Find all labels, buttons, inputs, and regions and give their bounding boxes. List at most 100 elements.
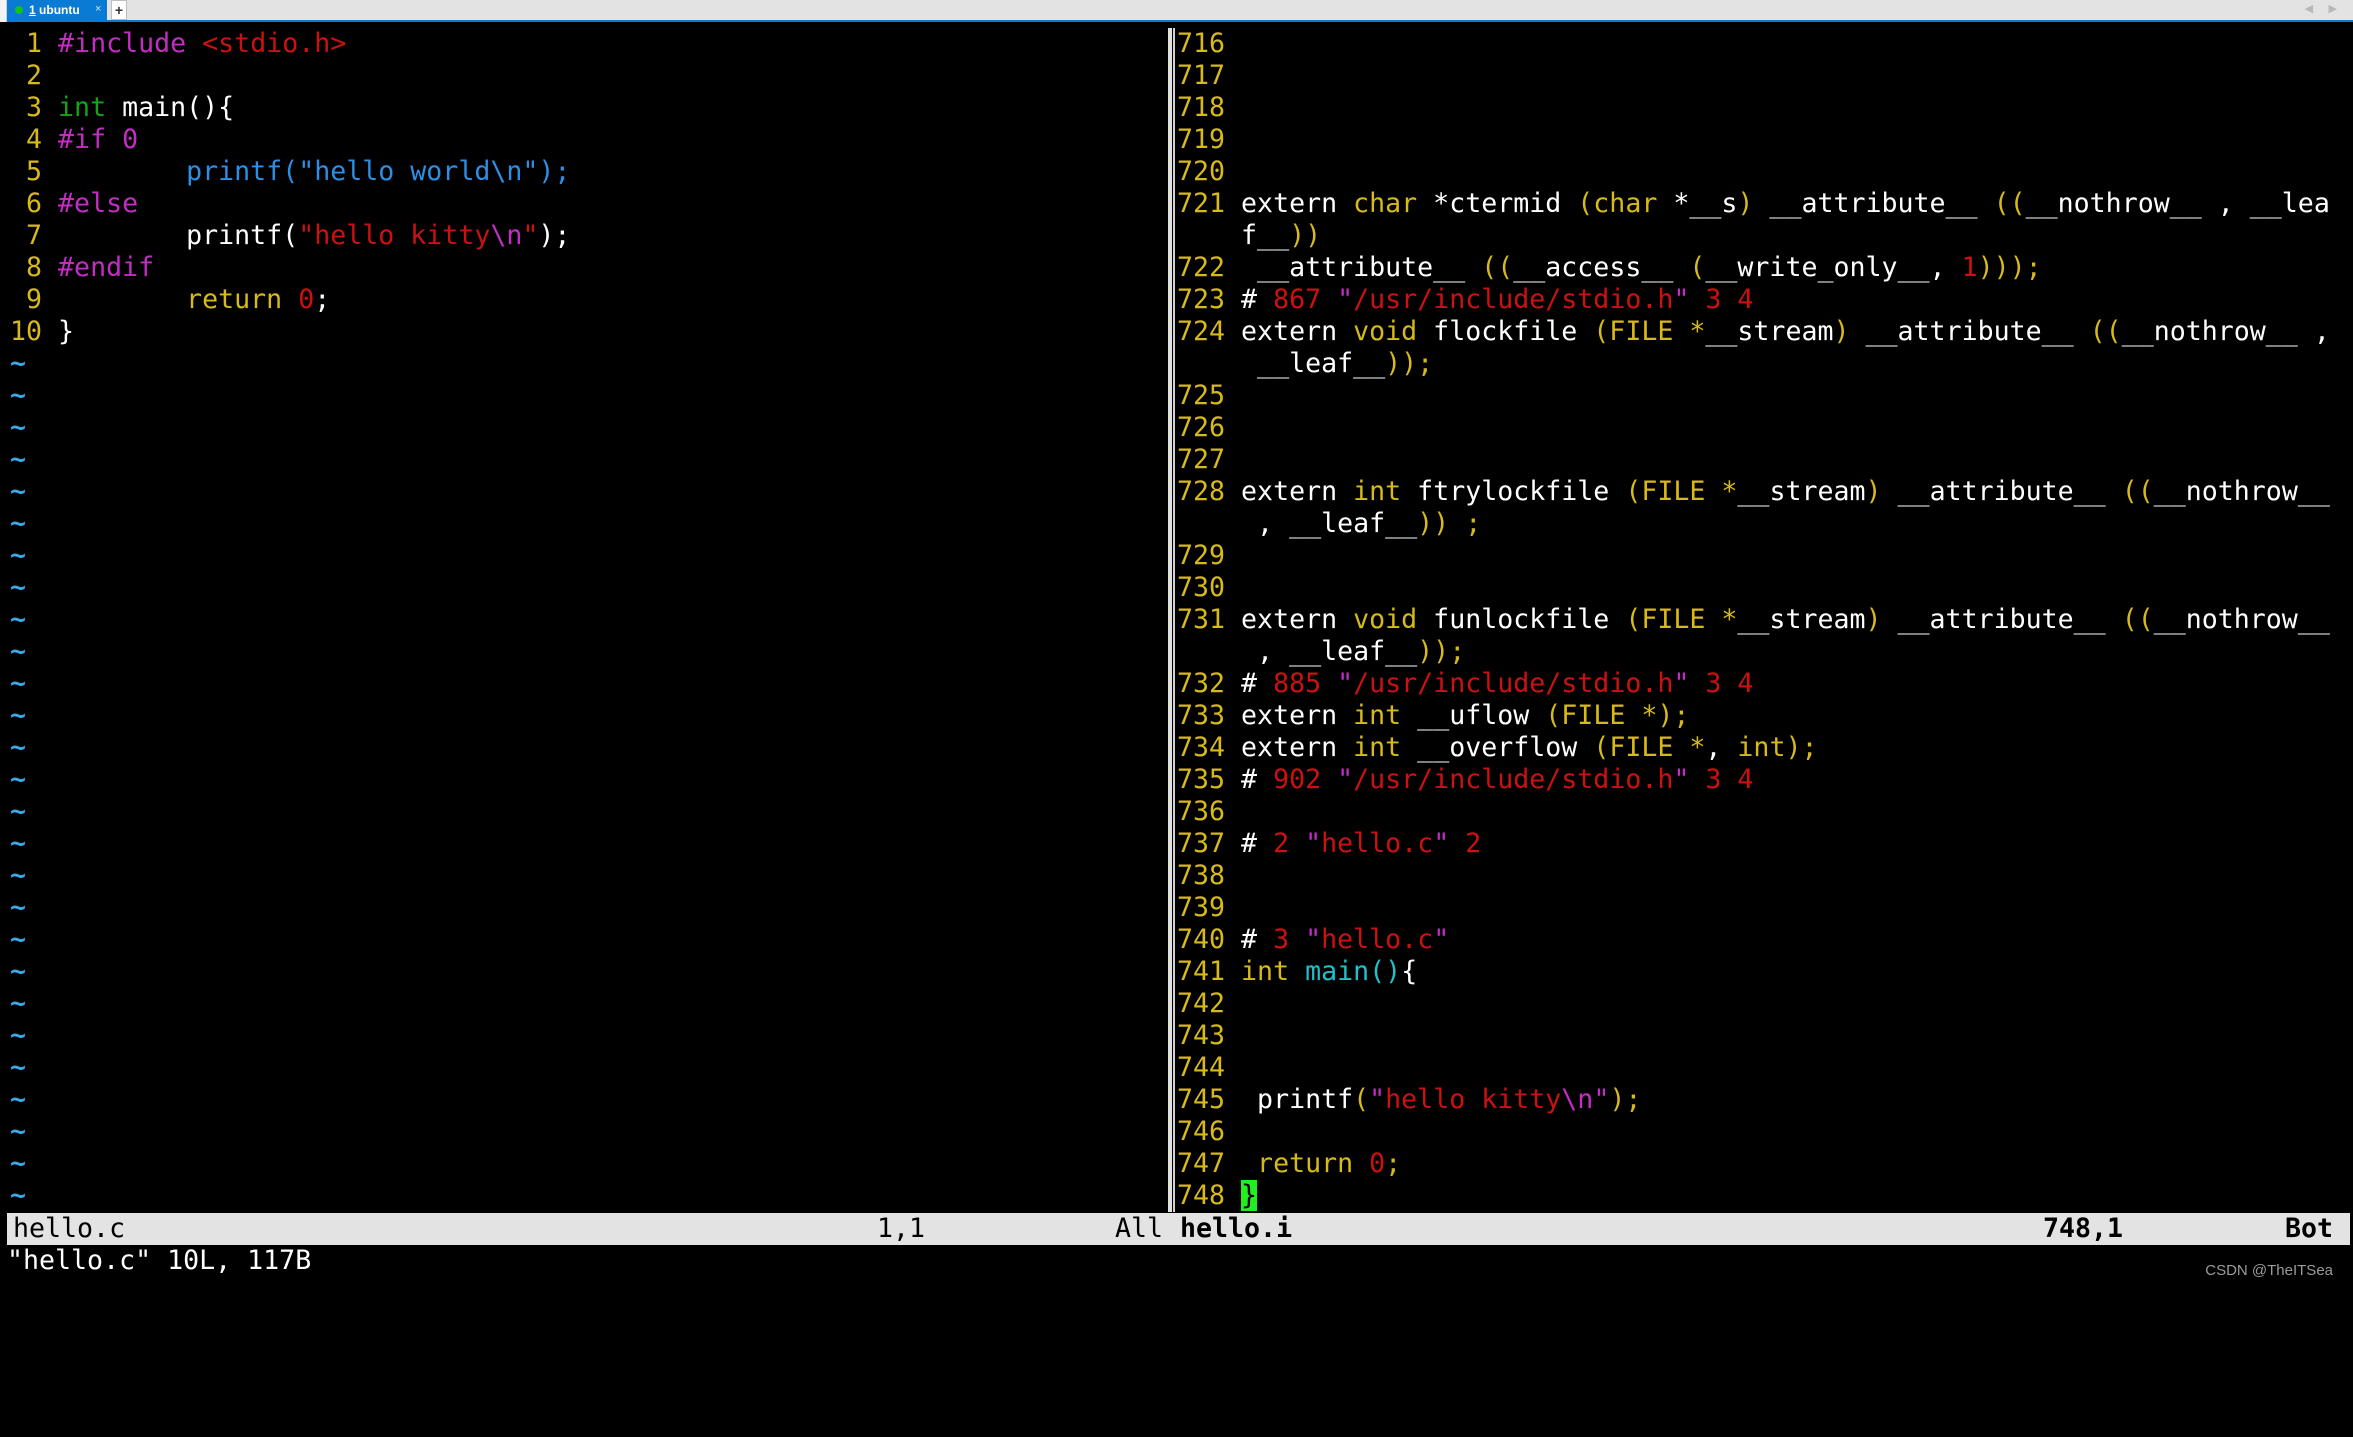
left-status-filename: hello.c xyxy=(13,1213,126,1244)
left-status-scroll: All xyxy=(1115,1213,1164,1244)
line-number xyxy=(1177,636,1241,667)
editor-pane-hello-i[interactable]: 716 717 718 719 720 721 extern char *cte… xyxy=(1177,28,2350,1212)
line-number: 4 xyxy=(10,124,59,155)
line-number: 730 xyxy=(1177,572,1242,603)
empty-line-tilde: ~ xyxy=(10,924,27,955)
code-token: extern xyxy=(1241,476,1354,507)
empty-line-tilde: ~ xyxy=(10,1084,27,1115)
code-token: * xyxy=(1689,316,1706,347)
terminal[interactable]: 1 #include <stdio.h> 2 3 int main(){ 4 #… xyxy=(7,24,2350,1287)
tab-ubuntu[interactable]: 1 ubuntu × xyxy=(7,0,107,20)
wrapped-line: f__)) xyxy=(1177,220,2350,252)
code-token: (FILE xyxy=(1593,316,1674,347)
code-token: ; xyxy=(1385,1148,1402,1179)
line-number: 745 xyxy=(1177,1084,1242,1115)
code-token: (char xyxy=(1577,188,1658,219)
command-line[interactable]: "hello.c" 10L, 117B xyxy=(7,1245,311,1277)
code-token: int xyxy=(1241,956,1290,987)
code-token: 885 xyxy=(1273,668,1338,699)
empty-line-tilde: ~ xyxy=(10,1052,27,1083)
line-number: 741 xyxy=(1177,956,1242,987)
line-number: 726 xyxy=(1177,412,1242,443)
empty-line-tilde: ~ xyxy=(10,956,27,987)
code-token: (FILE * xyxy=(1593,732,1706,763)
code-token: ftrylockfile xyxy=(1401,476,1626,507)
code-line: 9 return 0; xyxy=(10,284,1166,316)
new-tab-button[interactable]: + xyxy=(111,0,127,20)
code-token: )); xyxy=(1385,348,1434,379)
code-token: " xyxy=(1337,284,1354,315)
empty-line-tilde: ~ xyxy=(10,700,27,731)
vertical-split-divider[interactable] xyxy=(1166,28,1177,1212)
right-status-position: 748,1 xyxy=(2043,1213,2124,1244)
code-line: 8 #endif xyxy=(10,252,1166,284)
code-token: int); xyxy=(1737,732,1818,763)
code-token: main(){ xyxy=(106,92,235,123)
code-token: 1 xyxy=(1961,252,1978,283)
code-line: 729 xyxy=(1177,540,2350,572)
tab-scroll-arrows-icon[interactable]: ◀ ▶ xyxy=(2305,2,2343,15)
code-token: int xyxy=(1353,732,1402,763)
tab-title: ubuntu xyxy=(39,3,80,17)
line-number: 742 xyxy=(1177,988,1242,1019)
code-line: 742 xyxy=(1177,988,2350,1020)
line-number xyxy=(1177,508,1241,539)
line-number: 716 xyxy=(1177,28,1242,59)
editor-pane-hello-c[interactable]: 1 #include <stdio.h> 2 3 int main(){ 4 #… xyxy=(10,28,1166,1212)
code-token: " xyxy=(1337,764,1354,795)
empty-line-tilde: ~ xyxy=(10,1020,27,1051)
code-token: ( xyxy=(1689,252,1706,283)
line-number: 10 xyxy=(10,316,59,347)
code-token: ) xyxy=(1737,188,1754,219)
line-number: 747 xyxy=(1177,1148,1242,1179)
code-token: __stream xyxy=(1705,316,1834,347)
code-token: ; xyxy=(314,284,331,315)
code-token: printf( xyxy=(58,220,299,251)
empty-line-tilde: ~ xyxy=(10,412,27,443)
code-line: 730 xyxy=(1177,572,2350,604)
code-token: (( xyxy=(1481,252,1514,283)
code-token: hello kitty xyxy=(314,220,491,251)
code-line: 739 xyxy=(1177,892,2350,924)
code-token: #endif xyxy=(58,252,155,283)
empty-line-tilde: ~ xyxy=(10,508,27,539)
code-token: # xyxy=(1241,764,1274,795)
code-token: " xyxy=(1433,828,1450,859)
line-number: 735 xyxy=(1177,764,1242,795)
code-token: ); xyxy=(538,220,571,251)
code-token: 2 xyxy=(1273,828,1306,859)
code-line: 747 return 0; xyxy=(1177,1148,2350,1180)
code-token: #if 0 xyxy=(58,124,139,155)
code-token: /usr/include/stdio.h xyxy=(1353,284,1674,315)
right-status-scroll: Bot xyxy=(2285,1213,2334,1244)
empty-line-tilde: ~ xyxy=(10,732,27,763)
empty-line-tilde: ~ xyxy=(10,348,27,379)
code-line: 736 xyxy=(1177,796,2350,828)
code-line: 726 xyxy=(1177,412,2350,444)
empty-line-tilde: ~ xyxy=(10,476,27,507)
code-token: 3 4 xyxy=(1689,764,1754,795)
code-token: extern xyxy=(1241,700,1354,731)
code-token: \n xyxy=(1561,1084,1594,1115)
code-token: <stdio.h> xyxy=(202,28,347,59)
code-token: " xyxy=(1673,764,1690,795)
code-token: # xyxy=(1241,668,1274,699)
empty-line-tilde: ~ xyxy=(10,444,27,475)
code-token: , xyxy=(1705,732,1738,763)
watermark: CSDN @TheITSea xyxy=(2205,1262,2333,1279)
line-number: 728 xyxy=(1177,476,1242,507)
line-number: 744 xyxy=(1177,1052,1242,1083)
code-line: 3 int main(){ xyxy=(10,92,1166,124)
code-token: __attribute__ xyxy=(1753,188,1994,219)
code-token: void xyxy=(1353,604,1418,635)
code-line: 723 # 867 "/usr/include/stdio.h" 3 4 xyxy=(1177,284,2350,316)
code-token: extern xyxy=(1241,188,1354,219)
empty-line-tilde: ~ xyxy=(10,892,27,923)
code-token: , __leaf__ xyxy=(1241,508,1418,539)
code-line: 740 # 3 "hello.c" xyxy=(1177,924,2350,956)
line-number: 731 xyxy=(1177,604,1242,635)
line-number xyxy=(1177,220,1241,251)
close-tab-icon[interactable]: × xyxy=(95,0,101,19)
code-token: )) ; xyxy=(1417,508,1482,539)
